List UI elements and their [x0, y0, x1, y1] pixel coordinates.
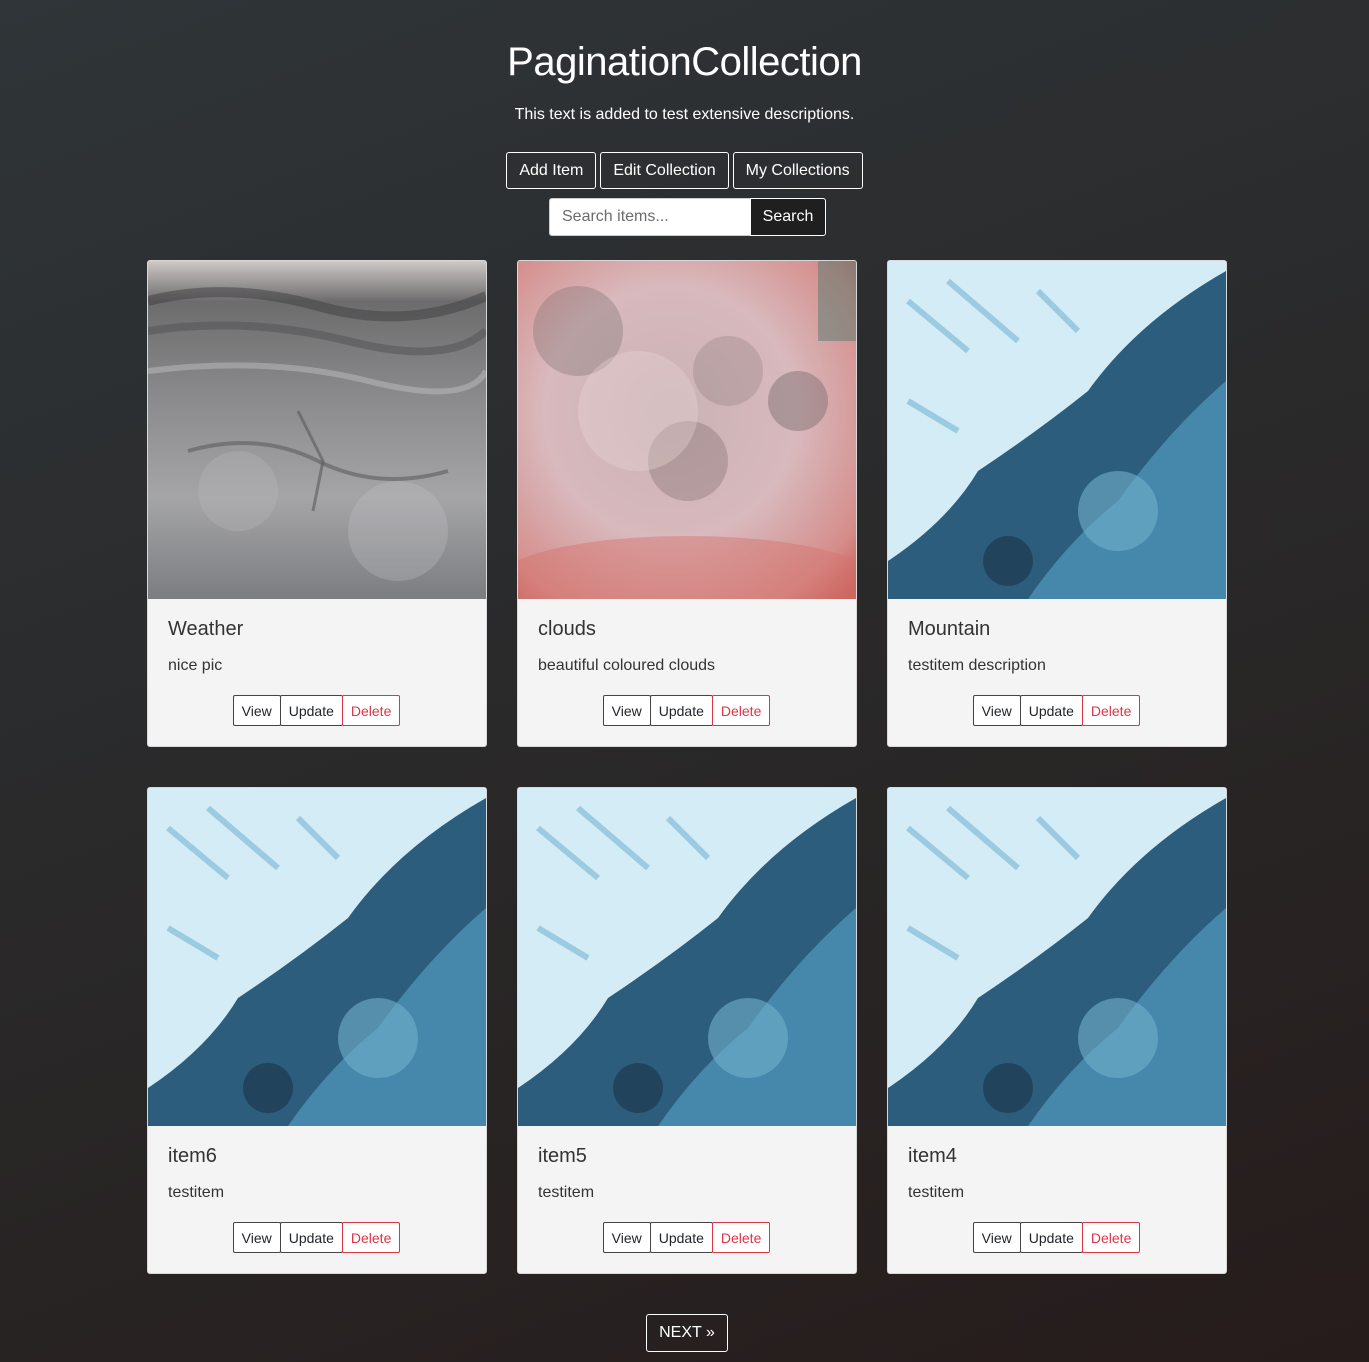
item-image-glacier[interactable]: [518, 788, 856, 1126]
item-description: testitem: [168, 1184, 225, 1201]
item-description: testitem: [908, 1184, 965, 1201]
view-button[interactable]: View: [232, 1222, 281, 1253]
delete-button[interactable]: Delete: [711, 695, 771, 726]
item-actions: View Update Delete: [888, 1222, 1226, 1253]
delete-button[interactable]: Delete: [341, 1222, 401, 1253]
item-card: Weather nice pic View Update Delete: [147, 260, 487, 747]
item-card: item6 testitem View Update Delete: [147, 787, 487, 1274]
item-description: testitem description: [908, 657, 1046, 674]
item-actions: View Update Delete: [518, 695, 856, 726]
item-card: Mountain testitem description View Updat…: [887, 260, 1227, 747]
next-page-button[interactable]: NEXT »: [646, 1314, 728, 1352]
item-image-glacier[interactable]: [148, 788, 486, 1126]
view-button[interactable]: View: [972, 695, 1021, 726]
item-card: item4 testitem View Update Delete: [887, 787, 1227, 1274]
update-button[interactable]: Update: [1019, 695, 1083, 726]
collection-actions: Add Item Edit Collection My Collections: [0, 152, 1369, 189]
delete-button[interactable]: Delete: [1081, 695, 1141, 726]
item-actions: View Update Delete: [518, 1222, 856, 1253]
item-title: item6: [168, 1145, 217, 1167]
item-title: Mountain: [908, 618, 991, 640]
view-button[interactable]: View: [232, 695, 281, 726]
item-description: testitem: [538, 1184, 595, 1201]
view-button[interactable]: View: [972, 1222, 1021, 1253]
search-form: Search: [549, 198, 826, 236]
search-button[interactable]: Search: [750, 198, 826, 236]
delete-button[interactable]: Delete: [1081, 1222, 1141, 1253]
search-input[interactable]: [549, 198, 750, 236]
item-image-glacier[interactable]: [888, 261, 1226, 599]
item-title: Weather: [168, 618, 244, 640]
view-button[interactable]: View: [602, 1222, 651, 1253]
delete-button[interactable]: Delete: [341, 695, 401, 726]
delete-button[interactable]: Delete: [711, 1222, 771, 1253]
item-actions: View Update Delete: [148, 695, 486, 726]
item-card: item5 testitem View Update Delete: [517, 787, 857, 1274]
item-image-clouds[interactable]: [518, 261, 856, 599]
update-button[interactable]: Update: [279, 1222, 343, 1253]
page-title: PaginationCollection: [507, 40, 862, 84]
item-description: nice pic: [168, 657, 223, 674]
item-card: clouds beautiful coloured clouds View Up…: [517, 260, 857, 747]
item-title: item5: [538, 1145, 587, 1167]
view-button[interactable]: View: [602, 695, 651, 726]
item-image-frost[interactable]: [148, 261, 486, 599]
update-button[interactable]: Update: [649, 1222, 713, 1253]
item-description: beautiful coloured clouds: [538, 657, 716, 674]
update-button[interactable]: Update: [279, 695, 343, 726]
item-actions: View Update Delete: [888, 695, 1226, 726]
item-title: item4: [908, 1145, 957, 1167]
item-actions: View Update Delete: [148, 1222, 486, 1253]
update-button[interactable]: Update: [1019, 1222, 1083, 1253]
item-title: clouds: [538, 618, 596, 640]
page-description: This text is added to test extensive des…: [514, 106, 855, 123]
add-item-button[interactable]: Add Item: [506, 152, 597, 189]
item-image-glacier[interactable]: [888, 788, 1226, 1126]
edit-collection-button[interactable]: Edit Collection: [600, 152, 729, 189]
update-button[interactable]: Update: [649, 695, 713, 726]
my-collections-button[interactable]: My Collections: [732, 152, 863, 189]
